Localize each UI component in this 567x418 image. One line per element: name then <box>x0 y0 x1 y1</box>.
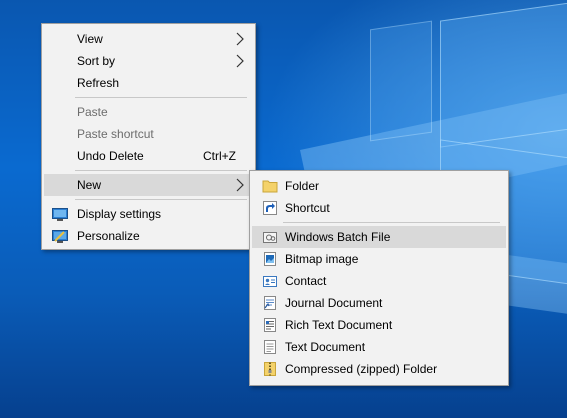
contact-icon <box>263 276 277 287</box>
menu-item-undo-delete[interactable]: Undo Delete Ctrl+Z <box>44 145 253 167</box>
submenu-item-text-document[interactable]: Text Document <box>252 336 506 358</box>
submenu-item-shortcut[interactable]: Shortcut <box>252 197 506 219</box>
submenu-item-rich-text-document[interactable]: Rich Text Document <box>252 314 506 336</box>
menu-separator <box>75 170 247 171</box>
menu-item-view[interactable]: View <box>44 28 253 50</box>
windows-logo-pane <box>370 20 432 142</box>
submenu-item-journal-document[interactable]: Journal Document <box>252 292 506 314</box>
menu-item-label: Display settings <box>77 207 162 221</box>
menu-item-label: Sort by <box>77 54 116 68</box>
menu-item-label: Undo Delete <box>77 149 144 163</box>
menu-separator <box>75 97 247 98</box>
submenu-item-bitmap-image[interactable]: Bitmap image <box>252 248 506 270</box>
submenu-item-label: Rich Text Document <box>285 318 393 332</box>
menu-item-personalize[interactable]: Personalize <box>44 225 253 247</box>
submenu-item-label: Windows Batch File <box>285 230 391 244</box>
submenu-item-contact[interactable]: Contact <box>252 270 506 292</box>
folder-icon <box>262 180 278 193</box>
submenu-item-label: Folder <box>285 179 320 193</box>
menu-separator <box>75 199 247 200</box>
personalize-icon <box>52 230 68 243</box>
submenu-item-label: Contact <box>285 274 327 288</box>
desktop-context-menu: View Sort by Refresh Paste Paste shortcu… <box>41 23 256 250</box>
journal-icon <box>264 296 276 310</box>
display-settings-icon <box>52 208 68 221</box>
menu-item-label: View <box>77 32 103 46</box>
zip-folder-icon <box>264 362 276 376</box>
menu-item-new[interactable]: New <box>44 174 253 196</box>
text-document-icon <box>264 340 276 354</box>
menu-item-label: Personalize <box>77 229 140 243</box>
bitmap-icon <box>264 252 276 266</box>
submenu-item-label: Bitmap image <box>285 252 359 266</box>
submenu-item-label: Text Document <box>285 340 366 354</box>
menu-item-shortcut: Ctrl+Z <box>203 149 236 163</box>
menu-item-label: Paste shortcut <box>77 127 154 141</box>
menu-item-refresh[interactable]: Refresh <box>44 72 253 94</box>
menu-item-paste[interactable]: Paste <box>44 101 253 123</box>
menu-item-label: New <box>77 178 102 192</box>
chevron-right-icon <box>236 32 244 46</box>
chevron-right-icon <box>236 178 244 192</box>
submenu-item-label: Journal Document <box>285 296 383 310</box>
batch-file-icon <box>263 232 277 243</box>
rich-text-icon <box>264 318 276 332</box>
submenu-item-windows-batch-file[interactable]: Windows Batch File <box>252 226 506 248</box>
submenu-item-folder[interactable]: Folder <box>252 175 506 197</box>
new-submenu: Folder Shortcut Windows Batch File Bitma… <box>249 170 509 386</box>
chevron-right-icon <box>236 54 244 68</box>
menu-separator <box>283 222 500 223</box>
shortcut-icon <box>263 201 277 215</box>
menu-item-label: Refresh <box>77 76 120 90</box>
windows-logo-pane <box>440 0 567 148</box>
menu-item-label: Paste <box>77 105 108 119</box>
submenu-item-label: Compressed (zipped) Folder <box>285 362 438 376</box>
menu-item-sort-by[interactable]: Sort by <box>44 50 253 72</box>
menu-item-display-settings[interactable]: Display settings <box>44 203 253 225</box>
submenu-item-label: Shortcut <box>285 201 330 215</box>
submenu-item-compressed-folder[interactable]: Compressed (zipped) Folder <box>252 358 506 380</box>
menu-item-paste-shortcut[interactable]: Paste shortcut <box>44 123 253 145</box>
